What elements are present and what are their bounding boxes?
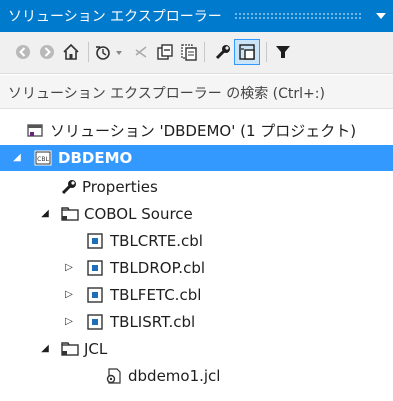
tree-item-label: Properties bbox=[82, 178, 158, 196]
cobol-project-icon: CBL bbox=[34, 149, 52, 167]
cobol-file-icon bbox=[86, 232, 104, 250]
tree-item-file[interactable]: dbdemo1.jcl bbox=[0, 363, 393, 389]
forward-icon[interactable] bbox=[36, 40, 58, 64]
sync-icon[interactable] bbox=[130, 40, 152, 64]
expanded-triangle-icon[interactable]: ◢ bbox=[12, 151, 22, 165]
toolbar-separator bbox=[266, 42, 267, 62]
expanded-triangle-icon[interactable]: ◢ bbox=[40, 207, 50, 221]
tree-item-cobol-source[interactable]: ◢ COBOL Source bbox=[0, 201, 393, 227]
tree-item-label: dbdemo1.jcl bbox=[128, 367, 221, 385]
tree-item-label: ソリューション 'DBDEMO' (1 プロジェクト) bbox=[50, 122, 357, 140]
tree-item-label: JCL bbox=[84, 340, 108, 358]
title-grip[interactable] bbox=[233, 12, 361, 20]
tree-item-project[interactable]: ◢ CBL DBDEMO bbox=[0, 145, 393, 171]
tree-item-properties[interactable]: Properties bbox=[0, 174, 393, 200]
tree-item-label: COBOL Source bbox=[84, 205, 193, 223]
collapse-all-icon[interactable] bbox=[154, 40, 176, 64]
history-icon[interactable] bbox=[94, 40, 128, 64]
wrench-icon bbox=[60, 178, 78, 196]
cobol-file-icon bbox=[86, 313, 104, 331]
tree-item-label: TBLISRT.cbl bbox=[110, 313, 196, 331]
back-icon[interactable] bbox=[12, 40, 34, 64]
window-title: ソリューション エクスプローラー bbox=[8, 9, 222, 25]
tree-item-file[interactable]: TBLCRTE.cbl bbox=[0, 228, 393, 254]
filter-icon[interactable] bbox=[272, 40, 294, 64]
toolbar-separator bbox=[204, 42, 205, 62]
home-icon[interactable] bbox=[60, 40, 82, 64]
tree-item-solution[interactable]: ソリューション 'DBDEMO' (1 プロジェクト) bbox=[0, 118, 393, 144]
svg-text:CBL: CBL bbox=[37, 156, 49, 163]
toolbar-separator bbox=[88, 42, 89, 62]
folder-reference-icon bbox=[60, 205, 79, 223]
jcl-file-icon bbox=[104, 367, 122, 385]
collapsed-triangle-icon[interactable]: ▷ bbox=[64, 288, 74, 302]
search-input[interactable]: ソリューション エクスプローラー の検索 (Ctrl+:) bbox=[8, 83, 325, 103]
cobol-file-icon bbox=[86, 259, 104, 277]
solution-icon bbox=[26, 122, 44, 140]
folder-reference-icon bbox=[60, 340, 79, 358]
tree-item-label: TBLCRTE.cbl bbox=[110, 232, 203, 250]
tree-item-file[interactable]: ▷ TBLFETC.cbl bbox=[0, 282, 393, 308]
title-bar: ソリューション エクスプローラー bbox=[0, 0, 393, 32]
tree-item-file[interactable]: ▷ TBLISRT.cbl bbox=[0, 309, 393, 335]
collapsed-triangle-icon[interactable]: ▷ bbox=[64, 315, 74, 329]
expanded-triangle-icon[interactable]: ◢ bbox=[40, 342, 50, 356]
preview-icon[interactable] bbox=[234, 39, 260, 65]
toolbar bbox=[0, 32, 393, 74]
tree-item-label: TBLFETC.cbl bbox=[110, 286, 202, 304]
collapsed-triangle-icon[interactable]: ▷ bbox=[64, 261, 74, 275]
tree-item-jcl[interactable]: ◢ JCL bbox=[0, 336, 393, 362]
properties-icon[interactable] bbox=[212, 40, 234, 64]
tree-item-label: TBLDROP.cbl bbox=[110, 259, 206, 277]
cobol-file-icon bbox=[86, 286, 104, 304]
dropdown-arrow-icon[interactable] bbox=[369, 0, 393, 32]
show-all-files-icon[interactable] bbox=[178, 40, 200, 64]
search-bar[interactable]: ソリューション エクスプローラー の検索 (Ctrl+:) bbox=[0, 75, 393, 109]
tree-item-file[interactable]: ▷ TBLDROP.cbl bbox=[0, 255, 393, 281]
tree-item-label: DBDEMO bbox=[58, 149, 133, 167]
